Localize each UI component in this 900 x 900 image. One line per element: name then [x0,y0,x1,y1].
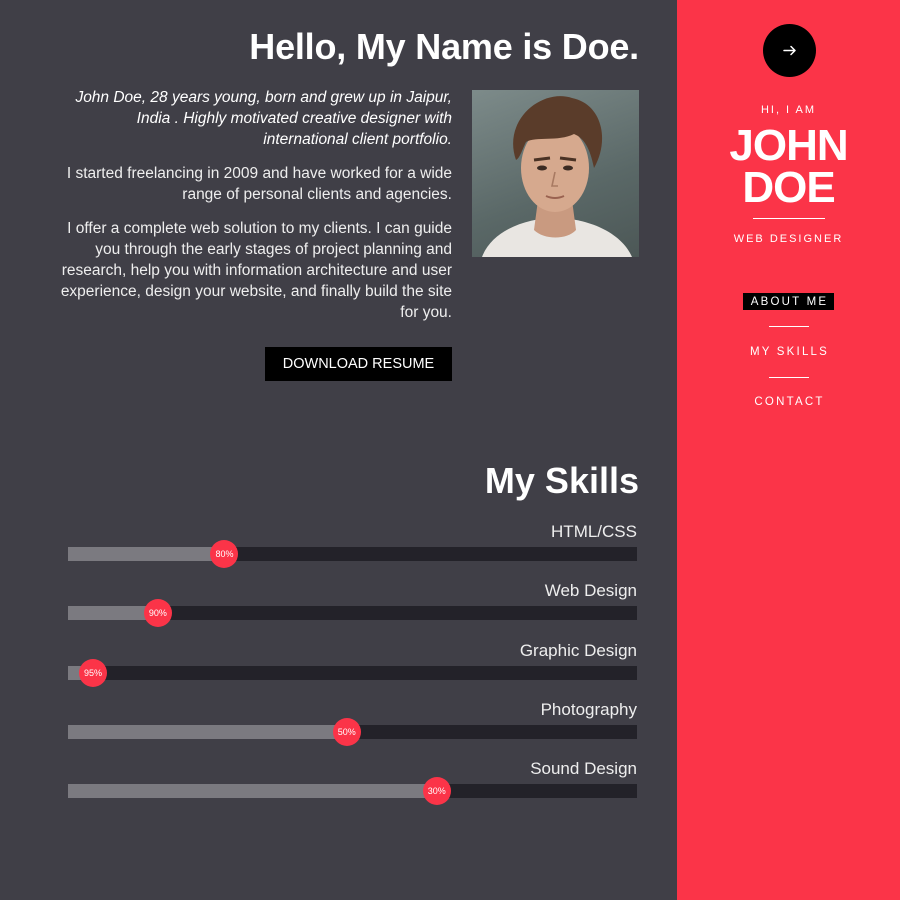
arrow-right-icon [783,45,796,56]
skill-name: Photography [540,699,637,719]
skill-name: Web Design [544,581,637,601]
skill-bar-track: 95% [68,658,637,687]
first-name: JOHN [729,121,848,170]
skill-percent-badge: 80% [210,540,239,568]
greeting-label: HI, I AM [760,104,817,116]
nav-item-label: MY SKILLS [749,346,830,358]
skill-bar-track: 90% [68,599,637,628]
divider [769,326,809,327]
nav-item-label: ABOUT ME [742,293,835,310]
skill-name: HTML/CSS [551,522,637,541]
skill-name: Sound Design [530,759,637,779]
skill-bar-track: 50% [68,717,637,746]
divider [769,377,809,378]
skill-bar-fill [68,724,347,739]
nav-item-contact[interactable]: CONTACT [677,396,900,408]
skill-percent-badge: 95% [79,658,108,687]
nav-toggle-button[interactable] [763,24,816,77]
nav-item-label: CONTACT [754,396,825,408]
skill-bar-fill [68,547,225,561]
role-label: WEB DESIGNER [733,233,844,245]
nav-item-about-me[interactable]: ABOUT ME [677,293,900,310]
skill-bar-track: 30% [68,777,637,806]
sidebar: HI, I AM JOHN DOE WEB DESIGNER ABOUT ME … [677,0,900,900]
skill-percent-badge: 50% [332,717,361,746]
skills-list: HTML/CSS 80% Web Design 90% Graphic Design 95… [0,0,677,900]
skill-bar-fill [68,784,437,799]
last-name: DOE [742,163,835,212]
divider [753,218,825,219]
skill-percent-badge: 30% [422,777,451,806]
main-content: Hello, My Name is Doe. John Doe, 28 year… [0,0,677,900]
skill-name: Graphic Design [519,640,637,660]
skill-percent-badge: 90% [143,599,172,628]
skill-bar-track: 80% [68,540,637,568]
nav-item-my-skills[interactable]: MY SKILLS [677,346,900,358]
